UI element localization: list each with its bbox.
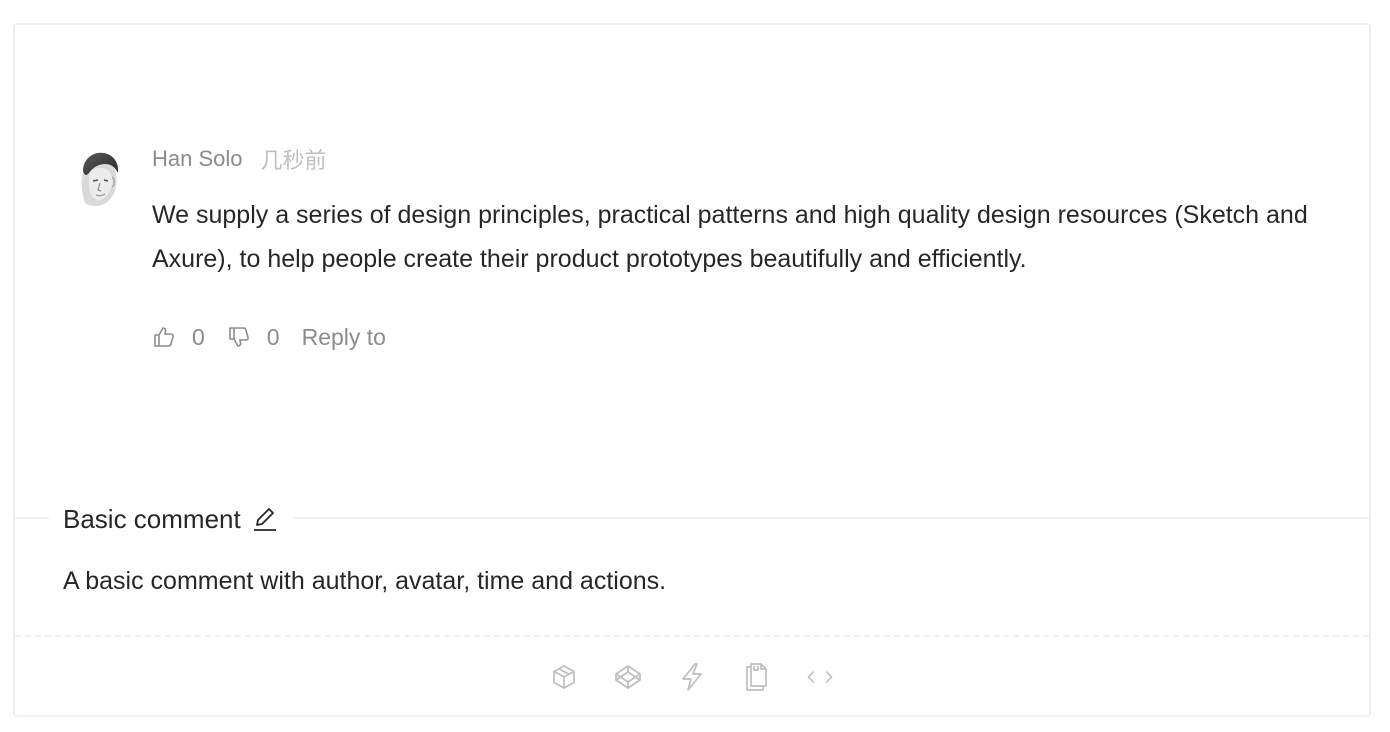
show-code-button[interactable] [805, 662, 835, 692]
comment-author[interactable]: Han Solo [152, 146, 243, 172]
demo-title-text[interactable]: Basic comment [63, 504, 241, 535]
demo-area: Han Solo 几秒前 We supply a series of desig… [15, 25, 1369, 517]
code-icon [807, 671, 833, 683]
code-box-meta: Basic comment A basic comment with autho… [15, 501, 1369, 635]
comment-actions: 0 0 Reply to [152, 317, 1312, 357]
stackblitz-button[interactable] [677, 662, 707, 692]
comment-header: Han Solo 几秒前 [152, 145, 1312, 173]
edit-icon[interactable] [251, 505, 279, 533]
demo-title: Basic comment [49, 501, 293, 537]
code-box-actions [15, 635, 1369, 717]
like-button[interactable]: 0 [152, 324, 227, 351]
copy-icon [746, 663, 767, 691]
thunderbolt-icon [682, 663, 702, 691]
copy-code-button[interactable] [741, 662, 771, 692]
dislike-button[interactable]: 0 [227, 324, 302, 351]
comment-content: We supply a series of design principles,… [152, 201, 1308, 273]
dislike-icon [228, 327, 249, 347]
codesandbox-icon [553, 665, 575, 689]
avatar[interactable] [71, 147, 121, 207]
comment-body: Han Solo 几秒前 We supply a series of desig… [152, 145, 1312, 357]
like-count: 0 [192, 323, 205, 350]
demo-description: A basic comment with author, avatar, tim… [63, 567, 667, 595]
like-icon [154, 327, 174, 347]
dislike-count: 0 [266, 323, 280, 350]
reply-button[interactable]: Reply to [302, 324, 386, 351]
code-box: Han Solo 几秒前 We supply a series of desig… [13, 23, 1371, 717]
codesandbox-button[interactable] [549, 662, 579, 692]
codepen-button[interactable] [613, 662, 643, 692]
codepen-icon [615, 665, 641, 689]
comment-time: 几秒前 [260, 148, 327, 173]
